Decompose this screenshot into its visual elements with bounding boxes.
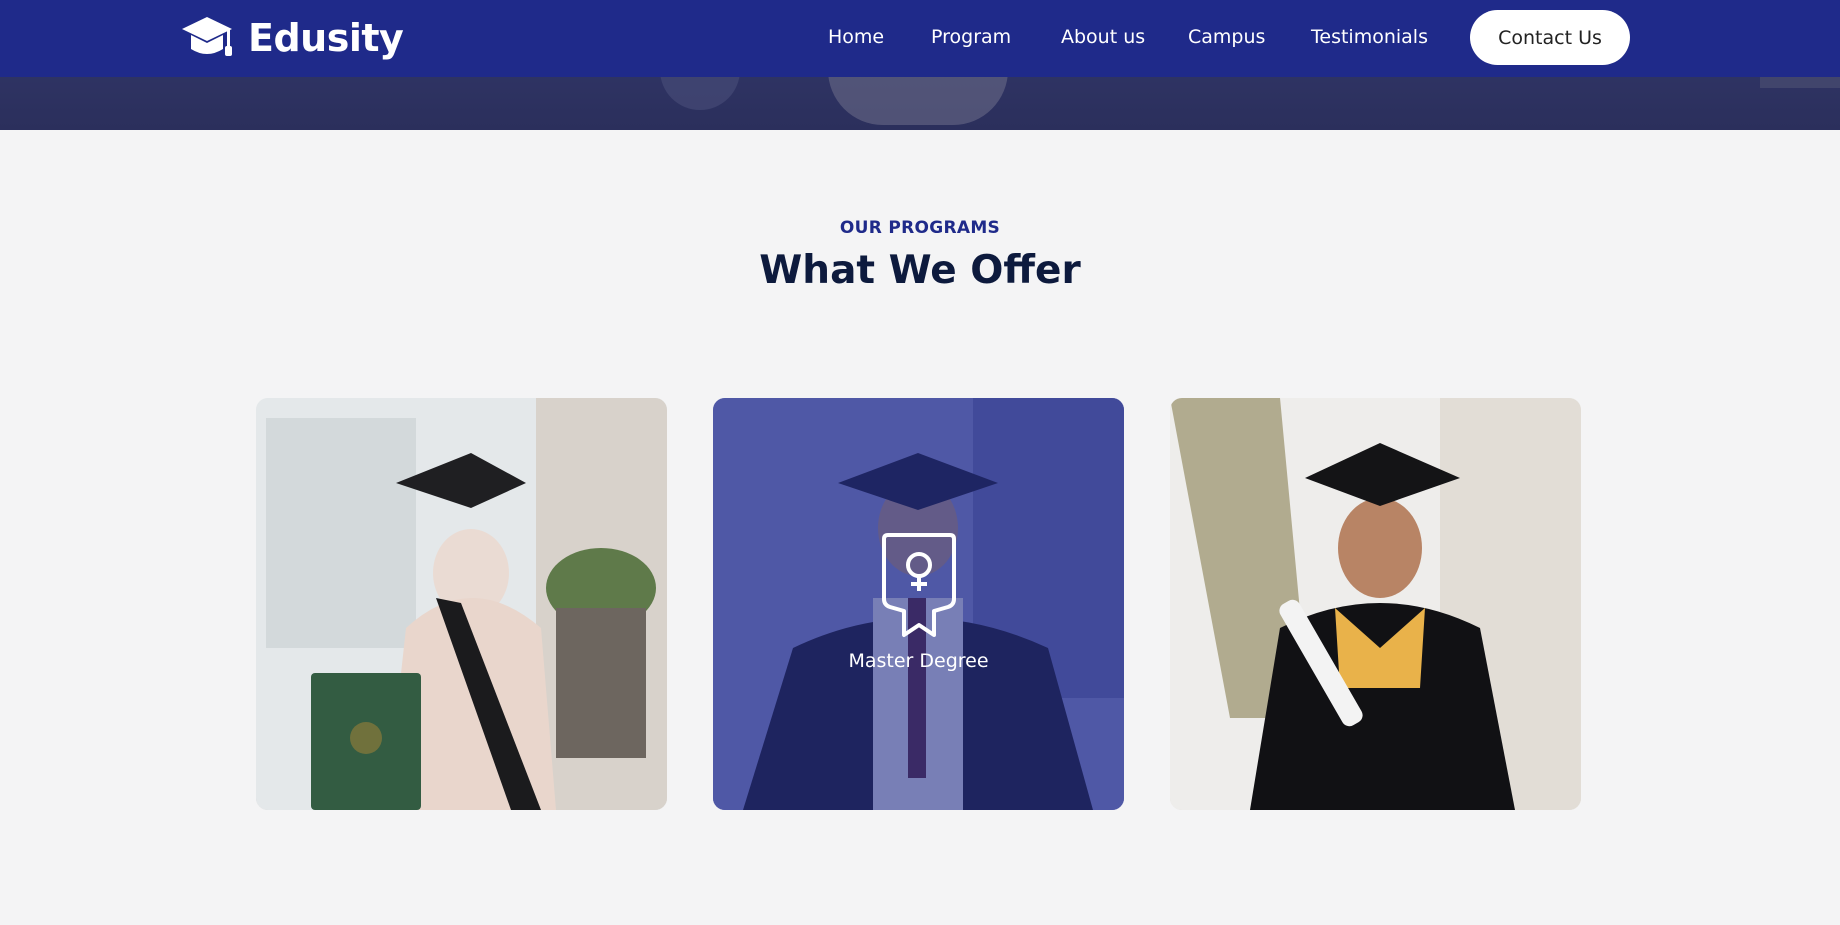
graduate-photo [1170,398,1581,810]
hero-image-fragment [828,70,1008,125]
graduation-cap-icon [180,15,234,61]
graduate-photo [256,398,667,810]
program-card-graduation-male[interactable] [1170,398,1581,810]
card-label: Master Degree [848,650,989,672]
section-eyebrow: OUR PROGRAMS [839,218,1001,238]
nav-link-about-us[interactable]: About us [1061,26,1145,48]
brand-logo[interactable]: Edusity [180,14,404,62]
program-card-graduation-female[interactable] [256,398,667,810]
nav-link-home[interactable]: Home [828,26,884,48]
nav-link-testimonials[interactable]: Testimonials [1311,26,1428,48]
award-ribbon-icon [880,533,958,643]
nav-link-campus[interactable]: Campus [1188,26,1265,48]
nav-link-program[interactable]: Program [931,26,1011,48]
section-title: What We Offer [759,248,1081,293]
card-caption: Master Degree [713,398,1124,810]
top-navbar: Edusity Home Program About us Campus Tes… [0,0,1840,77]
contact-us-button[interactable]: Contact Us [1470,10,1630,65]
program-card-master-degree[interactable]: Master Degree [713,398,1124,810]
brand-name: Edusity [248,16,404,60]
